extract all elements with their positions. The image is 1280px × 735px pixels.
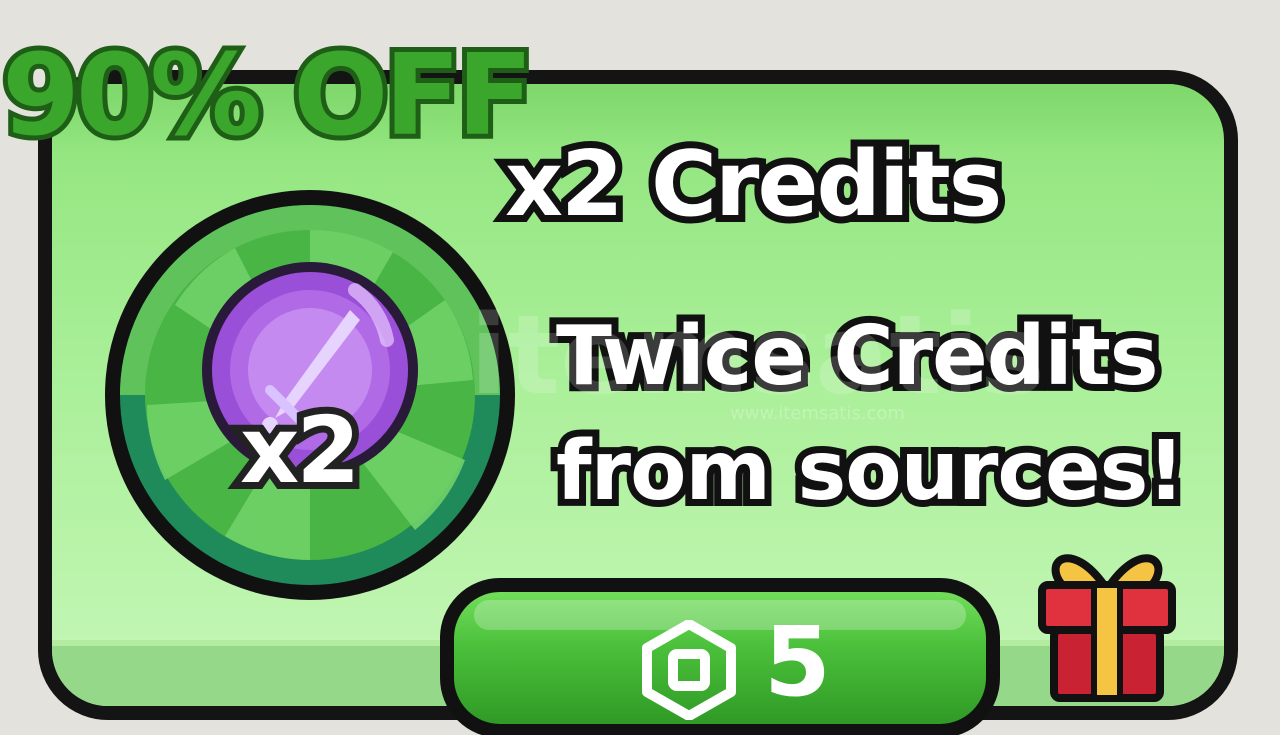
discount-label: 90% OFF: [0, 31, 538, 161]
badge-multiplier: x2: [233, 397, 367, 504]
buy-button[interactable]: 5: [440, 578, 1000, 735]
robux-icon: [642, 620, 736, 720]
price-label: 5: [764, 606, 831, 718]
offer-stage: 90% OFF x2 Credits Twice Credits from so…: [0, 0, 1280, 735]
credits-badge-icon: [95, 180, 525, 610]
offer-title: x2 Credits: [498, 132, 1009, 237]
offer-description: Twice Credits from sources!: [549, 302, 1192, 526]
gift-icon[interactable]: [1032, 530, 1182, 705]
